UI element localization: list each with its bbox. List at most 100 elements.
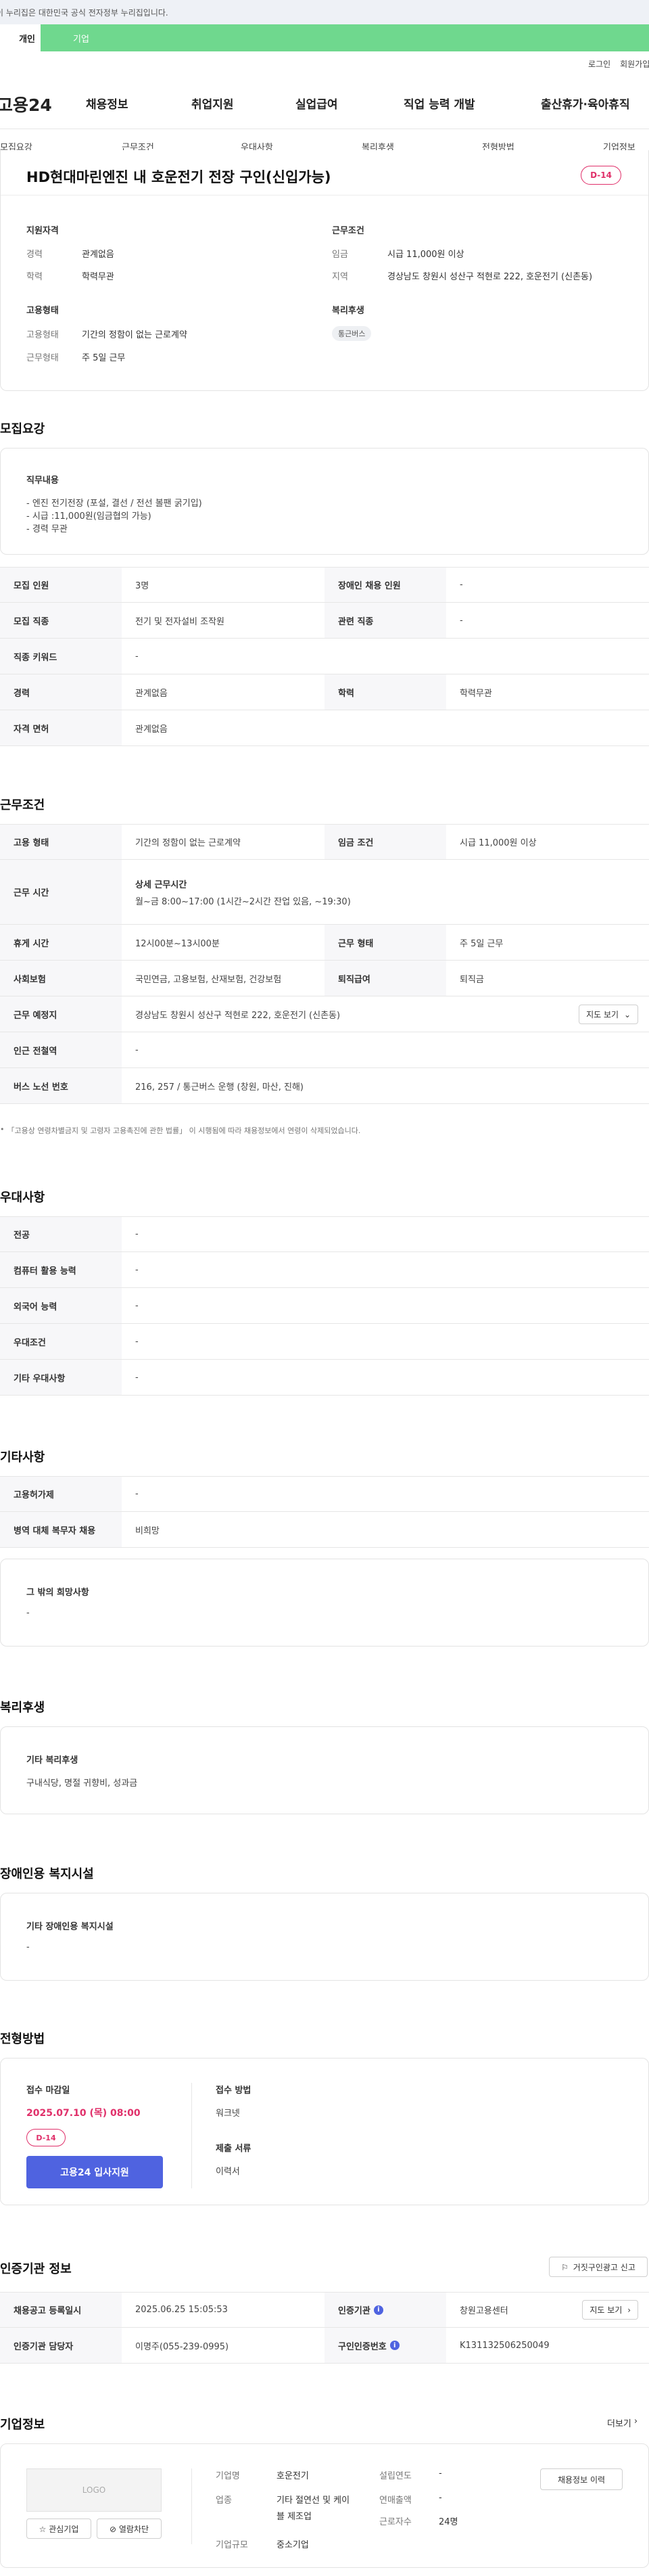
bullet-icon: • <box>0 1125 5 1134</box>
tab-personal-label: 개인 <box>19 34 35 45</box>
table-value: 학력무관 <box>460 688 492 699</box>
gnb-item-unemployment-benefit[interactable]: 실업급여 <box>295 95 338 112</box>
disability-box-value: - <box>26 1942 30 1952</box>
industry-value: 기타 절연선 및 케이블 제조업 <box>277 2496 350 2522</box>
table-row: 사회보험 국민연금, 고용보험, 산재보험, 건강보험 퇴직급여 퇴직금 <box>0 961 649 996</box>
tab-company[interactable]: 기업 <box>41 24 122 51</box>
welfare-section-title: 복리후생 <box>0 1701 45 1715</box>
table-key: 인증기관 i <box>324 2293 446 2327</box>
gnb-item-parental-leave[interactable]: 출산휴가·육아휴직 <box>541 95 630 112</box>
dday-badge: D-14 <box>581 166 621 185</box>
recruit-table: 모집 인원 3명 장애인 채용 인원 - 모집 직종 전기 및 전자설비 조작원… <box>0 567 649 746</box>
method-value: 워크넷 <box>216 2109 240 2119</box>
work-shape-label: 근무형태 <box>26 353 59 363</box>
hours-value: 월~금 8:00~17:00 (1시간~2시간 잔업 있음, ~19:30) <box>135 896 351 907</box>
table-key: 기타 우대사항 <box>0 1360 122 1395</box>
table-key: 외국어 능력 <box>0 1288 122 1323</box>
summary-card: HD현대마린엔진 내 호운전기 전장 구인(신입가능) D-14 지원자격 경력… <box>0 150 649 391</box>
table-row: 전공 - <box>0 1216 649 1252</box>
company-name-value: 호운전기 <box>277 2471 309 2481</box>
selection-dday-badge: D-14 <box>26 2129 66 2146</box>
duty-line-1: - 엔진 전기전장 (포설, 결선 / 전선 볼팬 굵기입) <box>26 499 202 509</box>
gnb-item-jobs[interactable]: 채용정보 <box>86 95 128 112</box>
deadline-label: 접수 마감일 <box>26 2086 70 2096</box>
region-value: 경상남도 창원시 성산구 적현로 222, 호운전기 (신촌동) <box>387 272 593 282</box>
summary-divider <box>1 195 648 196</box>
gnb-item-vocational-training[interactable]: 직업 능력 개발 <box>404 95 475 112</box>
etc-section-title: 기타사항 <box>0 1450 45 1465</box>
gnb-item-employment-support[interactable]: 취업지원 <box>191 95 234 112</box>
table-value: 전기 및 전자설비 조작원 <box>135 616 224 627</box>
table-key: 인증기관 담당자 <box>0 2328 122 2363</box>
duty-line-3: - 경력 무관 <box>26 524 68 534</box>
table-key: 사회보험 <box>0 961 122 996</box>
recruit-history-label: 채용정보 이력 <box>557 2475 606 2485</box>
employment-title: 고용형태 <box>26 306 59 316</box>
report-fake-ad-button[interactable]: ⚐ 거짓구인광고 신고 <box>549 2257 648 2277</box>
apply-button[interactable]: 고용24 입사지원 <box>26 2156 163 2188</box>
table-value: - <box>460 580 463 590</box>
block-view-button[interactable]: ⊘ 열람차단 <box>97 2518 162 2539</box>
qualification-title: 지원자격 <box>26 226 59 236</box>
tab-personal[interactable]: 개인 <box>0 24 41 51</box>
table-value: 시급 11,000원 이상 <box>460 838 537 848</box>
map-view-button[interactable]: 지도 보기 ⌄ <box>579 1004 638 1024</box>
cert-table: 채용공고 등록일시 2025.06.25 15:05:53 인증기관 i 창원고… <box>0 2292 649 2364</box>
table-key: 컴퓨터 활용 능력 <box>0 1252 122 1287</box>
welfare-title: 복리후생 <box>332 306 364 316</box>
user-type-tabs: 개인 기업 <box>0 24 649 51</box>
recruit-history-button[interactable]: 채용정보 이력 <box>540 2468 623 2490</box>
agency-map-button[interactable]: 지도 보기 › <box>582 2300 638 2320</box>
map-view-label: 지도 보기 <box>586 1009 619 1019</box>
table-value: K131132506250049 <box>460 2340 550 2351</box>
login-link[interactable]: 로그인 <box>588 58 610 70</box>
gov-banner-text: 이 누리집은 대한민국 공식 전자정부 누리집입니다. <box>0 7 168 18</box>
duty-card: 직무내용 - 엔진 전기전장 (포설, 결선 / 전선 볼팬 굵기입) - 시급… <box>0 448 649 555</box>
table-key: 버스 노선 번호 <box>0 1068 122 1103</box>
company-more-link[interactable]: 더보기 › <box>607 2416 638 2429</box>
table-value: 비희망 <box>135 1525 160 1536</box>
age-footnote-text: 「고용상 연령차별금지 및 고령자 고용촉진에 관한 법률」 이 시행됨에 따라… <box>7 1126 361 1135</box>
preference-section-title: 우대사항 <box>0 1191 45 1205</box>
table-row: 직종 키워드 - <box>0 639 649 674</box>
company-name-key: 기업명 <box>216 2471 240 2481</box>
table-key: 우대조건 <box>0 1324 122 1359</box>
table-key: 인근 전철역 <box>0 1032 122 1067</box>
info-icon[interactable]: i <box>373 2305 383 2315</box>
edu-value: 학력무관 <box>82 272 114 282</box>
other-wish-card: 그 밖의 희망사항 - <box>0 1559 649 1647</box>
table-key: 전공 <box>0 1217 122 1251</box>
table-row: 채용공고 등록일시 2025.06.25 15:05:53 인증기관 i 창원고… <box>0 2292 649 2328</box>
company-more-label: 더보기 <box>607 2419 631 2429</box>
table-key: 근무 예정지 <box>0 996 122 1032</box>
company-section-title: 기업정보 <box>0 2418 45 2432</box>
table-value: 퇴직금 <box>460 974 484 985</box>
site-logo[interactable]: 고용24 <box>0 92 52 116</box>
table-key: 자격 면허 <box>0 710 122 745</box>
founded-key: 설립연도 <box>379 2471 412 2481</box>
disability-section-title: 장애인용 복지시설 <box>0 1867 94 1881</box>
table-value: - <box>460 615 463 626</box>
table-key: 채용공고 등록일시 <box>0 2293 122 2327</box>
block-icon: ⊘ <box>109 2524 117 2534</box>
emp-type-value: 기간의 정함이 없는 근로계약 <box>82 330 187 340</box>
table-value: 2025.06.25 15:05:53 <box>135 2305 228 2315</box>
table-row: 외국어 능력 - <box>0 1288 649 1324</box>
selection-card: 접수 마감일 2025.07.10 (목) 08:00 D-14 고용24 입사… <box>0 2058 649 2205</box>
info-icon[interactable]: i <box>389 2341 400 2350</box>
chevron-right-icon: › <box>627 2305 631 2315</box>
company-logo-placeholder: LOGO <box>26 2468 162 2512</box>
preference-table: 전공 - 컴퓨터 활용 능력 - 외국어 능력 - 우대조건 - 기타 우대사항 - <box>0 1216 649 1396</box>
table-value: 3명 <box>135 581 149 591</box>
table-row: 근무 예정지 경상남도 창원시 성산구 적현로 222, 호운전기 (신촌동) … <box>0 996 649 1032</box>
signup-link[interactable]: 회원가입 <box>620 58 649 70</box>
conditions-table: 고용 형태 기간의 정함이 없는 근로계약 임금 조건 시급 11,000원 이… <box>0 824 649 1104</box>
company-card: LOGO ☆ 관심기업 ⊘ 열람차단 기업명 호운전기 업종 기타 절연선 및 … <box>0 2443 649 2568</box>
table-key: 임금 조건 <box>324 825 446 859</box>
job-title: HD현대마린엔진 내 호운전기 전장 구인(신입가능) <box>26 169 331 185</box>
etc-table: 고용허가제 - 병역 대체 복무자 채용 비희망 <box>0 1476 649 1548</box>
table-row: 고용허가제 - <box>0 1476 649 1512</box>
table-key: 병역 대체 복무자 채용 <box>0 1512 122 1547</box>
table-row: 병역 대체 복무자 채용 비희망 <box>0 1512 649 1548</box>
interest-company-button[interactable]: ☆ 관심기업 <box>26 2518 91 2539</box>
